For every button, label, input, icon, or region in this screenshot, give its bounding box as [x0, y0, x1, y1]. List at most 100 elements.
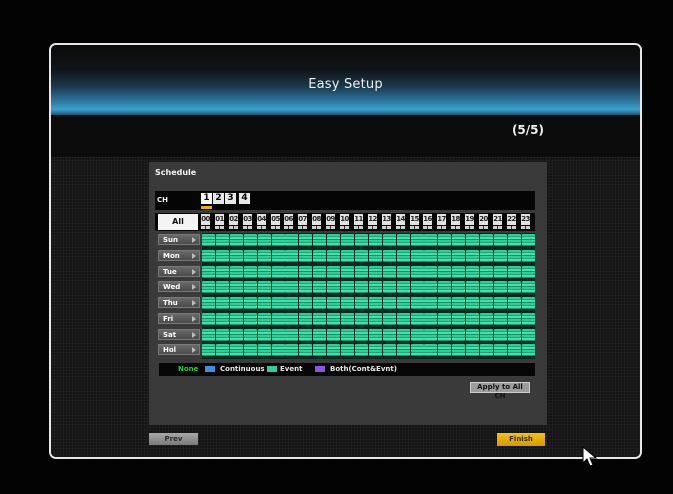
schedule-cell-tue-02[interactable] [230, 266, 243, 278]
schedule-cell-fri-00[interactable] [202, 313, 215, 325]
schedule-cell-tue-12[interactable] [369, 266, 382, 278]
hour-label-05[interactable]: 05 [271, 214, 280, 225]
hour-label-14[interactable]: 14 [396, 214, 405, 225]
schedule-cell-fri-01[interactable] [216, 313, 229, 325]
day-button-wed[interactable]: Wed [158, 281, 200, 292]
day-button-thu[interactable]: Thu [158, 297, 200, 308]
schedule-cell-hol-06[interactable] [285, 344, 298, 356]
schedule-cell-thu-05[interactable] [272, 297, 285, 309]
schedule-cell-sat-14[interactable] [397, 329, 410, 341]
schedule-cell-mon-20[interactable] [480, 250, 493, 262]
schedule-cell-fri-18[interactable] [452, 313, 465, 325]
schedule-cell-hol-23[interactable] [522, 344, 535, 356]
schedule-cell-mon-19[interactable] [466, 250, 479, 262]
schedule-cell-tue-10[interactable] [341, 266, 354, 278]
schedule-cell-tue-20[interactable] [480, 266, 493, 278]
schedule-cell-mon-02[interactable] [230, 250, 243, 262]
schedule-cell-thu-01[interactable] [216, 297, 229, 309]
schedule-cell-fri-20[interactable] [480, 313, 493, 325]
prev-button[interactable]: Prev [149, 433, 198, 445]
schedule-cell-sat-18[interactable] [452, 329, 465, 341]
schedule-cell-hol-17[interactable] [438, 344, 451, 356]
hour-label-11[interactable]: 11 [354, 214, 363, 225]
schedule-cell-sun-19[interactable] [466, 234, 479, 246]
schedule-cell-hol-02[interactable] [230, 344, 243, 356]
schedule-cell-thu-03[interactable] [244, 297, 257, 309]
schedule-cell-fri-08[interactable] [313, 313, 326, 325]
schedule-cell-sat-20[interactable] [480, 329, 493, 341]
schedule-cell-fri-03[interactable] [244, 313, 257, 325]
schedule-cell-tue-04[interactable] [258, 266, 271, 278]
hour-label-12[interactable]: 12 [368, 214, 377, 225]
schedule-cell-wed-23[interactable] [522, 281, 535, 293]
schedule-cell-wed-02[interactable] [230, 281, 243, 293]
schedule-cell-sat-17[interactable] [438, 329, 451, 341]
hour-label-13[interactable]: 13 [382, 214, 391, 225]
schedule-cell-mon-13[interactable] [383, 250, 396, 262]
schedule-cell-hol-10[interactable] [341, 344, 354, 356]
schedule-cell-sun-16[interactable] [424, 234, 437, 246]
schedule-cell-wed-04[interactable] [258, 281, 271, 293]
schedule-cell-sat-15[interactable] [411, 329, 424, 341]
schedule-cell-fri-22[interactable] [508, 313, 521, 325]
hour-label-01[interactable]: 01 [215, 214, 224, 225]
schedule-cell-mon-14[interactable] [397, 250, 410, 262]
schedule-cell-hol-11[interactable] [355, 344, 368, 356]
schedule-cell-fri-11[interactable] [355, 313, 368, 325]
schedule-cell-hol-09[interactable] [327, 344, 340, 356]
schedule-cell-sat-03[interactable] [244, 329, 257, 341]
schedule-cell-mon-15[interactable] [411, 250, 424, 262]
schedule-cell-thu-02[interactable] [230, 297, 243, 309]
schedule-cell-sat-08[interactable] [313, 329, 326, 341]
schedule-cell-sun-06[interactable] [285, 234, 298, 246]
schedule-cell-fri-21[interactable] [494, 313, 507, 325]
schedule-cell-sun-04[interactable] [258, 234, 271, 246]
schedule-cell-mon-04[interactable] [258, 250, 271, 262]
schedule-cell-fri-14[interactable] [397, 313, 410, 325]
schedule-cell-fri-09[interactable] [327, 313, 340, 325]
schedule-cell-hol-00[interactable] [202, 344, 215, 356]
schedule-cell-thu-14[interactable] [397, 297, 410, 309]
schedule-cell-thu-04[interactable] [258, 297, 271, 309]
schedule-cell-tue-01[interactable] [216, 266, 229, 278]
schedule-cell-thu-17[interactable] [438, 297, 451, 309]
schedule-cell-hol-08[interactable] [313, 344, 326, 356]
schedule-cell-mon-00[interactable] [202, 250, 215, 262]
schedule-cell-hol-19[interactable] [466, 344, 479, 356]
schedule-cell-tue-19[interactable] [466, 266, 479, 278]
schedule-cell-fri-02[interactable] [230, 313, 243, 325]
hour-label-17[interactable]: 17 [437, 214, 446, 225]
schedule-grid[interactable] [202, 233, 535, 359]
schedule-cell-mon-22[interactable] [508, 250, 521, 262]
schedule-cell-thu-10[interactable] [341, 297, 354, 309]
schedule-cell-sat-09[interactable] [327, 329, 340, 341]
schedule-cell-tue-08[interactable] [313, 266, 326, 278]
schedule-cell-wed-21[interactable] [494, 281, 507, 293]
schedule-cell-wed-22[interactable] [508, 281, 521, 293]
schedule-cell-thu-00[interactable] [202, 297, 215, 309]
schedule-cell-wed-10[interactable] [341, 281, 354, 293]
schedule-cell-tue-03[interactable] [244, 266, 257, 278]
schedule-cell-sat-04[interactable] [258, 329, 271, 341]
schedule-cell-sun-07[interactable] [299, 234, 312, 246]
schedule-cell-fri-10[interactable] [341, 313, 354, 325]
channel-button-4[interactable]: 4 [239, 193, 250, 204]
schedule-cell-thu-12[interactable] [369, 297, 382, 309]
schedule-cell-sun-03[interactable] [244, 234, 257, 246]
schedule-cell-sat-16[interactable] [424, 329, 437, 341]
schedule-cell-tue-11[interactable] [355, 266, 368, 278]
schedule-cell-sat-10[interactable] [341, 329, 354, 341]
schedule-cell-sat-13[interactable] [383, 329, 396, 341]
schedule-cell-thu-18[interactable] [452, 297, 465, 309]
schedule-cell-sun-02[interactable] [230, 234, 243, 246]
schedule-cell-hol-14[interactable] [397, 344, 410, 356]
schedule-cell-tue-14[interactable] [397, 266, 410, 278]
schedule-cell-fri-12[interactable] [369, 313, 382, 325]
schedule-cell-fri-13[interactable] [383, 313, 396, 325]
hour-label-04[interactable]: 04 [257, 214, 266, 225]
schedule-cell-tue-15[interactable] [411, 266, 424, 278]
hour-label-20[interactable]: 20 [479, 214, 488, 225]
schedule-cell-thu-09[interactable] [327, 297, 340, 309]
schedule-cell-thu-07[interactable] [299, 297, 312, 309]
hour-label-23[interactable]: 23 [521, 214, 530, 225]
